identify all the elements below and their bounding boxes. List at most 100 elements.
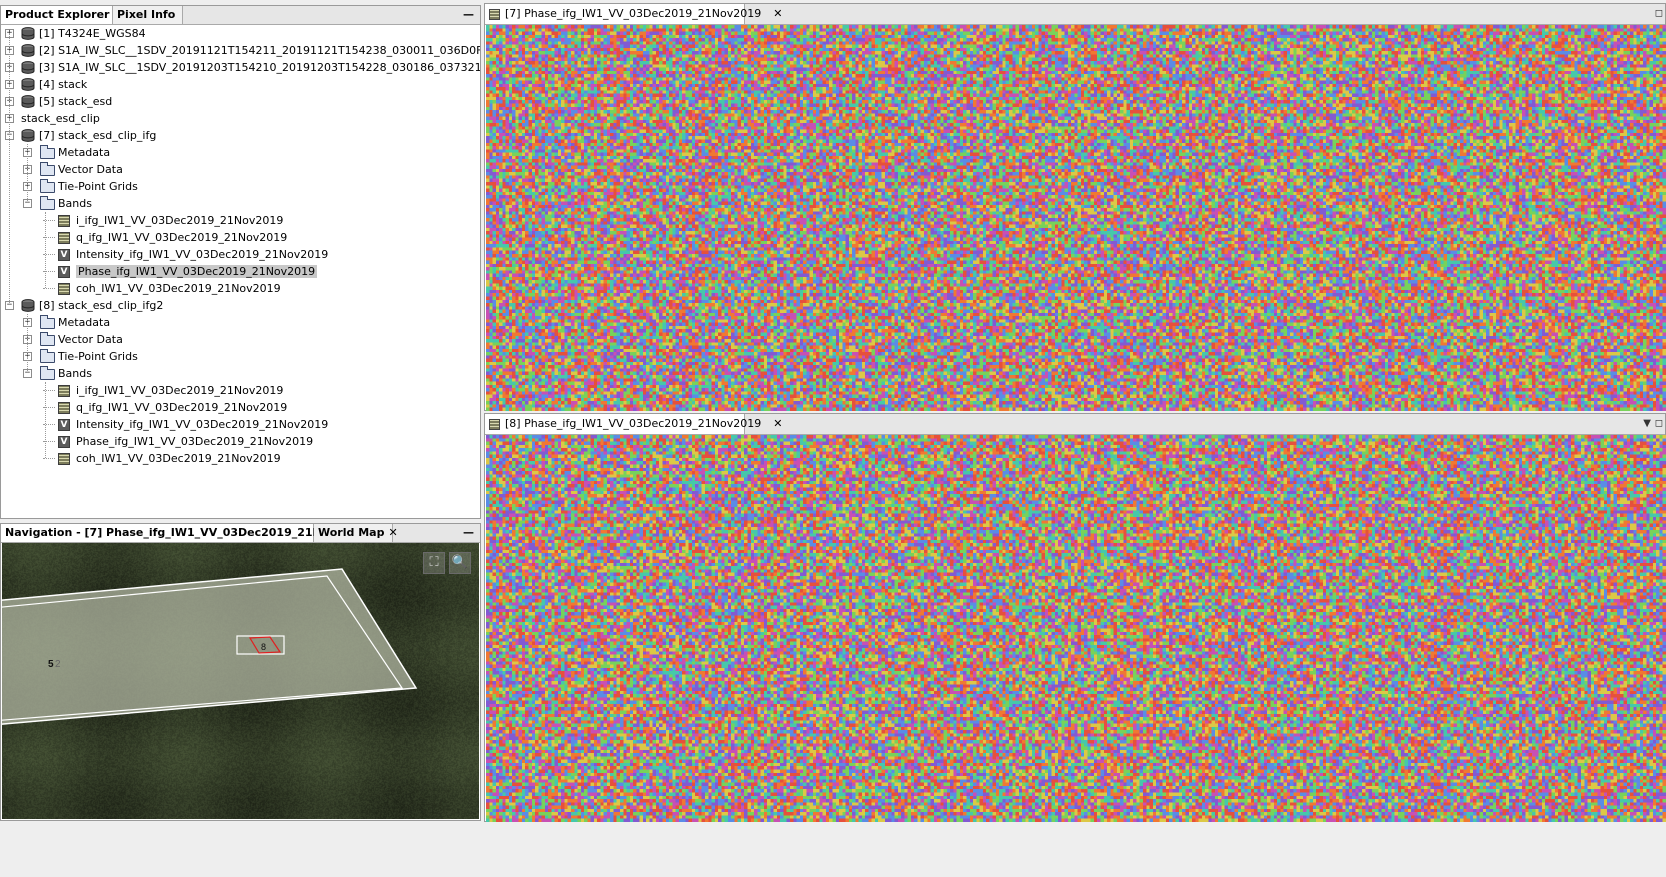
tree-item[interactable]: [5] stack_esd (39, 93, 112, 110)
window-menu-icon[interactable]: ◻ (1655, 8, 1663, 19)
tree-item[interactable]: Intensity_ifg_IW1_VV_03Dec2019_21Nov2019 (76, 416, 328, 433)
minimize-button[interactable]: — (463, 524, 474, 542)
tab-image-view-7[interactable]: [7] Phase_ifg_IW1_VV_03Dec2019_21Nov2019… (485, 4, 782, 24)
tree-item[interactable]: Vector Data (58, 161, 123, 178)
tree-item-label: Vector Data (58, 333, 123, 346)
tree-item[interactable]: i_ifg_IW1_VV_03Dec2019_21Nov2019 (76, 212, 283, 229)
tab-product-explorer[interactable]: Product Explorer✕ (1, 6, 123, 24)
tree-item[interactable]: coh_IW1_VV_03Dec2019_21Nov2019 (76, 450, 281, 467)
tree-item[interactable]: Phase_ifg_IW1_VV_03Dec2019_21Nov2019 (76, 263, 318, 280)
tree-connector (45, 212, 46, 288)
zoom-all-button[interactable]: ⛶ (423, 552, 445, 574)
tree-item-label: Bands (58, 197, 92, 210)
product-explorer-tabbar: Product Explorer✕ Pixel Info — (1, 6, 480, 25)
tab-label: Pixel Info (117, 8, 176, 21)
tree-item[interactable]: Tie-Point Grids (58, 348, 138, 365)
tree-item-label: [5] stack_esd (39, 95, 113, 108)
tree-item[interactable]: q_ifg_IW1_VV_03Dec2019_21Nov2019 (76, 399, 287, 416)
navigation-panel: Navigation - [7] Phase_ifg_IW1_VV_03Dec2… (0, 523, 481, 821)
window-menu-icon[interactable]: ◻ (1655, 418, 1663, 429)
footprint-overlay: 8 5 2 (2, 568, 418, 725)
navigation-tabbar: Navigation - [7] Phase_ifg_IW1_VV_03Dec2… (1, 524, 480, 543)
tree-item-label: [1] T4324E_WGS84 (39, 27, 146, 40)
tree-item-label: Bands (58, 367, 92, 380)
virtual-band-icon: V (58, 436, 70, 448)
zoom-tool-button[interactable]: 🔍 (449, 552, 471, 574)
tree-item[interactable]: [7] stack_esd_clip_ifg (39, 127, 156, 144)
tree-item[interactable]: Intensity_ifg_IW1_VV_03Dec2019_21Nov2019 (76, 246, 328, 263)
folder-icon (40, 196, 55, 210)
tree-item[interactable]: stack_esd_clip (21, 110, 100, 127)
tree-connector (27, 314, 28, 373)
folder-icon (40, 179, 55, 193)
tab-world-map[interactable]: World Map ✕ (314, 524, 398, 542)
close-icon[interactable]: ✕ (773, 417, 782, 430)
tab-label: [7] Phase_ifg_IW1_VV_03Dec2019_21Nov2019 (505, 7, 762, 20)
folder-icon (40, 366, 55, 380)
tab-pixel-info[interactable]: Pixel Info (113, 6, 183, 24)
status-bar (0, 824, 1666, 877)
tree-item[interactable]: i_ifg_IW1_VV_03Dec2019_21Nov2019 (76, 382, 283, 399)
tree-item-label: [4] stack (39, 78, 88, 91)
folder-icon (40, 145, 55, 159)
product-icon (21, 95, 35, 108)
tab-image-view-8[interactable]: [8] Phase_ifg_IW1_VV_03Dec2019_21Nov2019… (485, 414, 782, 434)
band-icon (58, 215, 70, 227)
tree-item-label: [7] stack_esd_clip_ifg (39, 129, 157, 142)
tree-item[interactable]: [1] T4324E_WGS84 (39, 25, 146, 42)
close-icon[interactable]: ✕ (773, 7, 782, 20)
minimize-button[interactable]: — (463, 6, 474, 24)
tree-item-label: q_ifg_IW1_VV_03Dec2019_21Nov2019 (76, 231, 288, 244)
product-label-b: 2 (55, 659, 61, 670)
band-icon (489, 8, 500, 20)
tree-item[interactable]: Bands (58, 195, 92, 212)
product-label-a: 5 (48, 659, 54, 670)
tree-item-label: Intensity_ifg_IW1_VV_03Dec2019_21Nov2019 (76, 248, 329, 261)
phase-image-canvas[interactable] (486, 435, 1666, 822)
product-explorer-panel: Product Explorer✕ Pixel Info — +[1] T432… (0, 5, 481, 519)
tree-connector (9, 33, 10, 305)
tree-item[interactable]: [3] S1A_IW_SLC__1SDV_20191203T154210_201… (39, 59, 480, 76)
chevron-down-icon[interactable]: ▼ (1643, 418, 1651, 429)
tree-item-label: Tie-Point Grids (58, 350, 138, 363)
image-view-tabbar: [8] Phase_ifg_IW1_VV_03Dec2019_21Nov2019… (485, 414, 1665, 435)
tree-item-label: [2] S1A_IW_SLC__1SDV_20191121T154211_201… (39, 44, 480, 57)
virtual-band-icon: V (58, 419, 70, 431)
phase-image-canvas[interactable] (486, 25, 1666, 411)
footprint-label: 8 (261, 642, 266, 652)
tree-connector (45, 382, 46, 458)
band-icon (58, 283, 70, 295)
tree-item[interactable]: Tie-Point Grids (58, 178, 138, 195)
tree-connector (43, 458, 55, 459)
band-icon (58, 402, 70, 414)
tree-item[interactable]: [8] stack_esd_clip_ifg2 (39, 297, 163, 314)
image-view-7: [7] Phase_ifg_IW1_VV_03Dec2019_21Nov2019… (484, 3, 1666, 411)
band-icon (58, 385, 70, 397)
tree-item-label: Phase_ifg_IW1_VV_03Dec2019_21Nov2019 (76, 265, 318, 278)
product-footprint-outer (2, 568, 418, 725)
navigation-map-view[interactable]: 8 5 2 ⛶ 🔍 (2, 543, 479, 819)
tab-label: Navigation - [7] Phase_ifg_IW1_VV_03Dec2… (5, 526, 368, 539)
folder-icon (40, 349, 55, 363)
folder-icon (40, 162, 55, 176)
tree-item[interactable]: Phase_ifg_IW1_VV_03Dec2019_21Nov2019 (76, 433, 313, 450)
tree-item[interactable]: [2] S1A_IW_SLC__1SDV_20191121T154211_201… (39, 42, 480, 59)
tree-item[interactable]: Vector Data (58, 331, 123, 348)
product-icon (21, 78, 35, 91)
virtual-band-icon: V (58, 249, 70, 261)
tree-item-label: stack_esd_clip (21, 112, 100, 125)
tree-item-label: i_ifg_IW1_VV_03Dec2019_21Nov2019 (76, 384, 284, 397)
close-icon[interactable]: ✕ (388, 526, 397, 539)
product-icon (21, 27, 35, 40)
tree-item[interactable]: Metadata (58, 314, 110, 331)
image-view-8: [8] Phase_ifg_IW1_VV_03Dec2019_21Nov2019… (484, 413, 1666, 822)
tree-item[interactable]: coh_IW1_VV_03Dec2019_21Nov2019 (76, 280, 281, 297)
tree-item-label: coh_IW1_VV_03Dec2019_21Nov2019 (76, 282, 281, 295)
tree-item[interactable]: q_ifg_IW1_VV_03Dec2019_21Nov2019 (76, 229, 287, 246)
tree-item[interactable]: [4] stack (39, 76, 87, 93)
tree-item[interactable]: Bands (58, 365, 92, 382)
tree-item[interactable]: Metadata (58, 144, 110, 161)
tree-item-label: Vector Data (58, 163, 123, 176)
tab-navigation[interactable]: Navigation - [7] Phase_ifg_IW1_VV_03Dec2… (1, 524, 367, 542)
tree-connector (43, 288, 55, 289)
